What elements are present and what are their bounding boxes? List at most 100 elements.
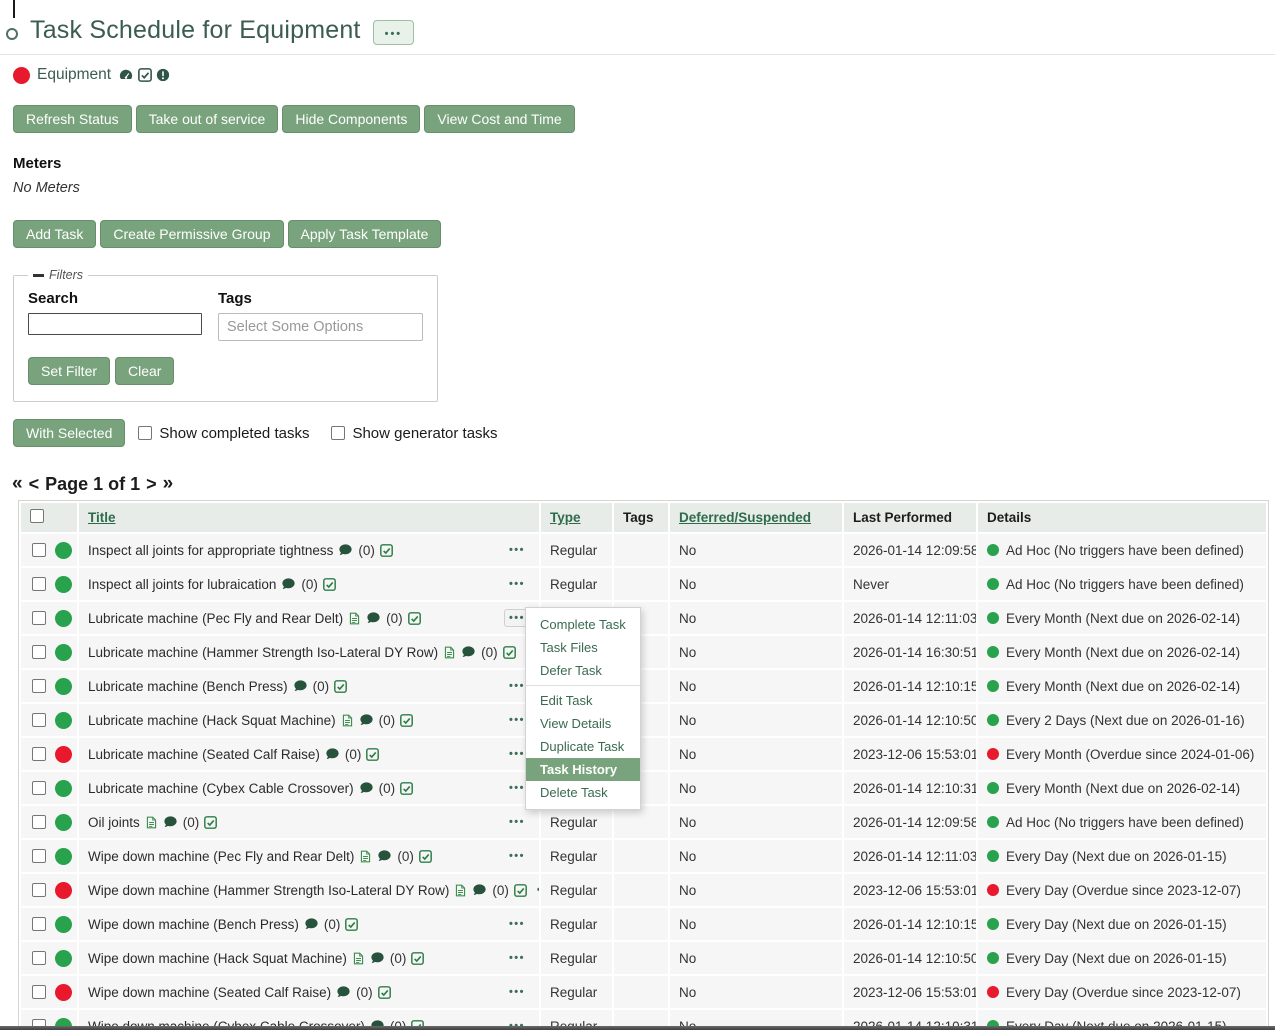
- row-checkbox[interactable]: [32, 679, 46, 693]
- comment-icon[interactable]: [359, 781, 374, 795]
- menu-item-edit-task[interactable]: Edit Task: [526, 689, 640, 712]
- menu-item-task-history[interactable]: Task History: [526, 758, 640, 781]
- with-selected-button[interactable]: With Selected: [13, 419, 125, 447]
- task-title[interactable]: Inspect all joints for appropriate tight…: [88, 543, 333, 558]
- task-title[interactable]: Lubricate machine (Seated Calf Raise): [88, 747, 320, 762]
- prev-page-button[interactable]: <: [29, 474, 40, 495]
- menu-item-duplicate-task[interactable]: Duplicate Task: [526, 735, 640, 758]
- comment-icon[interactable]: [366, 611, 381, 625]
- last-page-button[interactable]: »: [163, 473, 174, 495]
- row-actions-ellipsis-icon[interactable]: •••: [504, 915, 530, 933]
- row-checkbox[interactable]: [32, 781, 46, 795]
- filters-legend[interactable]: Filters: [28, 268, 88, 282]
- row-actions-ellipsis-icon[interactable]: •••: [504, 575, 530, 593]
- check-square-icon[interactable]: [345, 918, 358, 931]
- menu-item-defer-task[interactable]: Defer Task: [526, 659, 640, 682]
- row-checkbox[interactable]: [32, 917, 46, 931]
- check-square-icon[interactable]: [323, 578, 336, 591]
- comment-icon[interactable]: [304, 917, 319, 931]
- check-square-icon[interactable]: [514, 884, 527, 897]
- gauge-icon[interactable]: [118, 68, 134, 82]
- check-square-icon[interactable]: [419, 850, 432, 863]
- tags-multiselect[interactable]: Select Some Options: [218, 313, 423, 341]
- task-title[interactable]: Lubricate machine (Cybex Cable Crossover…: [88, 781, 354, 796]
- row-checkbox[interactable]: [32, 543, 46, 557]
- create-permissive-group-button[interactable]: Create Permissive Group: [100, 220, 283, 248]
- task-title[interactable]: Lubricate machine (Pec Fly and Rear Delt…: [88, 611, 343, 626]
- row-actions-ellipsis-icon[interactable]: •••: [504, 949, 530, 967]
- refresh-status-button[interactable]: Refresh Status: [13, 105, 132, 133]
- show-completed-tasks-checkbox[interactable]: [138, 426, 152, 440]
- menu-item-task-files[interactable]: Task Files: [526, 636, 640, 659]
- apply-task-template-button[interactable]: Apply Task Template: [288, 220, 442, 248]
- menu-item-complete-task[interactable]: Complete Task: [526, 613, 640, 636]
- comment-icon[interactable]: [370, 951, 385, 965]
- view-cost-and-time-button[interactable]: View Cost and Time: [424, 105, 574, 133]
- clear-filter-button[interactable]: Clear: [115, 357, 174, 385]
- check-square-icon[interactable]: [411, 952, 424, 965]
- column-header-title[interactable]: Title: [79, 503, 539, 532]
- row-actions-ellipsis-icon[interactable]: •••: [532, 881, 539, 899]
- comment-icon[interactable]: [281, 577, 296, 591]
- check-square-icon[interactable]: [400, 782, 413, 795]
- take-out-of-service-button[interactable]: Take out of service: [136, 105, 279, 133]
- comment-icon[interactable]: [461, 645, 476, 659]
- row-checkbox[interactable]: [32, 747, 46, 761]
- row-checkbox[interactable]: [32, 713, 46, 727]
- comment-icon[interactable]: [293, 679, 308, 693]
- first-page-button[interactable]: «: [12, 473, 23, 495]
- comment-icon[interactable]: [336, 985, 351, 999]
- comment-icon[interactable]: [163, 815, 178, 829]
- row-checkbox[interactable]: [32, 577, 46, 591]
- menu-item-view-details[interactable]: View Details: [526, 712, 640, 735]
- add-task-button[interactable]: Add Task: [13, 220, 96, 248]
- check-square-icon[interactable]: [378, 986, 391, 999]
- check-square-icon[interactable]: [408, 612, 421, 625]
- task-title[interactable]: Wipe down machine (Hack Squat Machine): [88, 951, 347, 966]
- row-actions-ellipsis-icon[interactable]: •••: [504, 983, 530, 1001]
- comment-icon[interactable]: [325, 747, 340, 761]
- comment-icon[interactable]: [359, 713, 374, 727]
- check-square-icon[interactable]: [503, 646, 516, 659]
- row-actions-ellipsis-icon[interactable]: •••: [504, 541, 530, 559]
- row-actions-ellipsis-icon[interactable]: •••: [504, 813, 530, 831]
- task-title[interactable]: Wipe down machine (Bench Press): [88, 917, 299, 932]
- next-page-button[interactable]: >: [146, 474, 157, 495]
- page-more-actions-button[interactable]: •••: [373, 20, 415, 45]
- row-checkbox[interactable]: [32, 815, 46, 829]
- show-generator-tasks-checkbox[interactable]: [331, 426, 345, 440]
- hide-components-button[interactable]: Hide Components: [282, 105, 420, 133]
- task-title[interactable]: Wipe down machine (Hammer Strength Iso-L…: [88, 883, 449, 898]
- column-header-type[interactable]: Type: [541, 503, 612, 532]
- row-checkbox[interactable]: [32, 645, 46, 659]
- set-filter-button[interactable]: Set Filter: [28, 357, 110, 385]
- task-title[interactable]: Wipe down machine (Seated Calf Raise): [88, 985, 331, 1000]
- search-input[interactable]: [28, 313, 202, 335]
- task-title[interactable]: Lubricate machine (Hammer Strength Iso-L…: [88, 645, 438, 660]
- row-checkbox[interactable]: [32, 951, 46, 965]
- row-checkbox[interactable]: [32, 883, 46, 897]
- check-square-icon[interactable]: [400, 714, 413, 727]
- comment-icon[interactable]: [472, 883, 487, 897]
- menu-item-delete-task[interactable]: Delete Task: [526, 781, 640, 804]
- task-title[interactable]: Oil joints: [88, 815, 140, 830]
- row-actions-ellipsis-icon[interactable]: •••: [504, 847, 530, 865]
- check-square-icon[interactable]: [380, 544, 393, 557]
- check-square-icon[interactable]: [366, 748, 379, 761]
- column-header-deferred-suspended[interactable]: Deferred/Suspended: [670, 503, 842, 532]
- check-square-icon[interactable]: [334, 680, 347, 693]
- column-header-select[interactable]: [21, 503, 77, 532]
- task-title[interactable]: Lubricate machine (Bench Press): [88, 679, 288, 694]
- task-title[interactable]: Lubricate machine (Hack Squat Machine): [88, 713, 336, 728]
- check-square-icon[interactable]: [204, 816, 217, 829]
- exclamation-circle-icon[interactable]: [156, 68, 170, 82]
- comment-icon[interactable]: [377, 849, 392, 863]
- task-title[interactable]: Inspect all joints for lubraication: [88, 577, 276, 592]
- select-all-checkbox[interactable]: [30, 509, 44, 523]
- task-title[interactable]: Wipe down machine (Pec Fly and Rear Delt…: [88, 849, 354, 864]
- row-checkbox[interactable]: [32, 985, 46, 999]
- check-square-icon[interactable]: [138, 68, 152, 82]
- comment-icon[interactable]: [338, 543, 353, 557]
- row-checkbox[interactable]: [32, 849, 46, 863]
- row-checkbox[interactable]: [32, 611, 46, 625]
